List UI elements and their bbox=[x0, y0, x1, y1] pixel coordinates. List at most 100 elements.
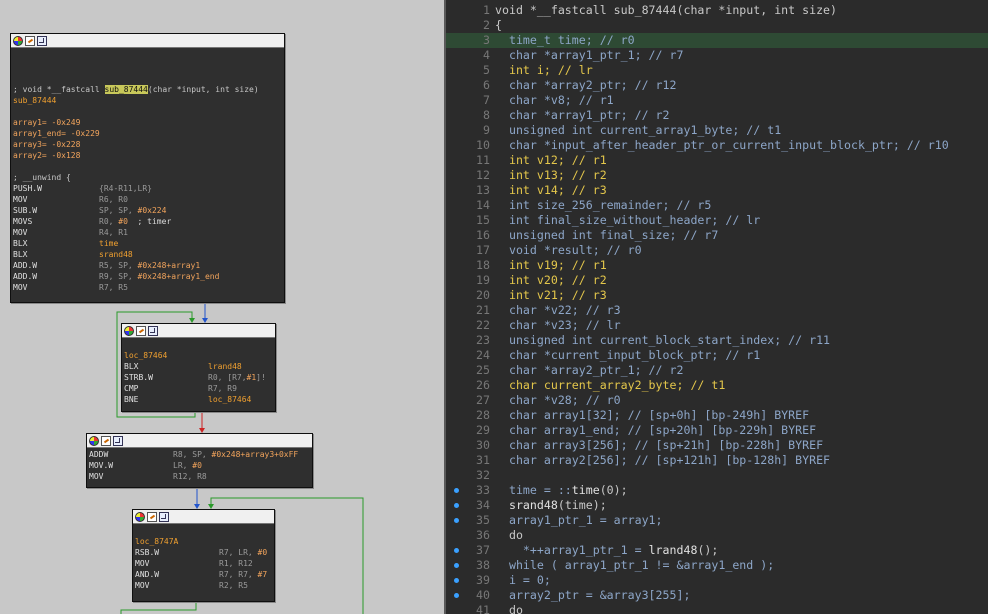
asm-line[interactable]: BNE loc_87464 bbox=[124, 394, 275, 405]
asm-line[interactable]: ADDW R8, SP, #0x248+array3+0xFF bbox=[89, 449, 312, 460]
asm-line[interactable]: MOV R12, R8 bbox=[89, 471, 312, 482]
group-nodes-icon[interactable] bbox=[113, 435, 123, 446]
text-segment: char *array1_ptr; // r2 bbox=[495, 108, 670, 122]
rename-icon[interactable] bbox=[136, 325, 146, 336]
line-number: 8 bbox=[483, 108, 490, 122]
asm-line[interactable]: BLX time bbox=[13, 238, 284, 249]
pseudocode-line[interactable]: 17 void *result; // r0 bbox=[446, 243, 988, 258]
text-segment: R2, R5 bbox=[219, 581, 248, 590]
asm-line[interactable]: AND.W R7, R7, #7 bbox=[135, 569, 274, 580]
pseudocode-line[interactable]: 26 char current_array2_byte; // t1 bbox=[446, 378, 988, 393]
text-segment: #1 bbox=[246, 373, 257, 382]
pseudocode-line[interactable]: 38 while ( array1_ptr_1 != &array1_end )… bbox=[446, 558, 988, 573]
asm-line[interactable]: MOVS R0, #0 ; timer bbox=[13, 216, 284, 227]
pseudocode-line[interactable]: 5 int i; // lr bbox=[446, 63, 988, 78]
pseudocode-line[interactable]: 35 array1_ptr_1 = array1; bbox=[446, 513, 988, 528]
line-code: while ( array1_ptr_1 != &array1_end ); bbox=[495, 558, 774, 573]
pseudocode-view[interactable]: 1 void *__fastcall sub_87444(char *input,… bbox=[446, 0, 988, 614]
line-number: 15 bbox=[476, 213, 490, 227]
pseudocode-line[interactable]: 39 i = 0; bbox=[446, 573, 988, 588]
pseudocode-line[interactable]: 21 char *v22; // r3 bbox=[446, 303, 988, 318]
graph-node-loc-87464[interactable]: loc_87464 BLX lrand48 STRB.W R0, [R7,#1]! CMP… bbox=[121, 323, 276, 412]
line-number: 30 bbox=[476, 438, 490, 452]
text-segment: do bbox=[495, 528, 523, 542]
graph-view[interactable]: ; void *__fastcall sub_87444(char *input… bbox=[0, 0, 444, 614]
asm-line[interactable]: MOV R6, R0 bbox=[13, 194, 284, 205]
asm-line[interactable]: ADD.W R5, SP, #0x248+array1 bbox=[13, 260, 284, 271]
pseudocode-line[interactable]: 29 char array1_end; // [sp+20h] [bp-229h… bbox=[446, 423, 988, 438]
asm-line[interactable]: RSB.W R7, LR, #0 bbox=[135, 547, 274, 558]
rename-icon[interactable] bbox=[25, 35, 35, 46]
pseudocode-line[interactable]: 9 unsigned int current_array1_byte; // t… bbox=[446, 123, 988, 138]
pseudocode-line[interactable]: 24 char *current_input_block_ptr; // r1 bbox=[446, 348, 988, 363]
pseudocode-line[interactable]: 18 int v19; // r1 bbox=[446, 258, 988, 273]
graph-node-block-3[interactable]: ADDW R8, SP, #0x248+array3+0xFF MOV.W LR, #… bbox=[86, 433, 313, 488]
pseudocode-line[interactable]: 8 char *array1_ptr; // r2 bbox=[446, 108, 988, 123]
text-segment: int v19; // r1 bbox=[495, 258, 607, 272]
pseudocode-line[interactable]: 2{ bbox=[446, 18, 988, 33]
graph-node-sub-87444[interactable]: ; void *__fastcall sub_87444(char *input… bbox=[10, 33, 285, 303]
node-color-icon[interactable] bbox=[135, 511, 145, 522]
pseudocode-line[interactable]: 4 char *array1_ptr_1; // r7 bbox=[446, 48, 988, 63]
line-number: 23 bbox=[476, 333, 490, 347]
pseudocode-line[interactable]: 23 unsigned int current_block_start_inde… bbox=[446, 333, 988, 348]
pseudocode-line[interactable]: 16 unsigned int final_size; // r7 bbox=[446, 228, 988, 243]
graph-node-loc-8747a[interactable]: loc_8747A RSB.W R7, LR, #0 MOV R1, R12 AND.W R… bbox=[132, 509, 275, 602]
asm-operands: loc_87464 bbox=[208, 394, 251, 405]
pseudocode-line[interactable]: 6 char *array2_ptr; // r12 bbox=[446, 78, 988, 93]
pseudocode-line[interactable]: 19 int v20; // r2 bbox=[446, 273, 988, 288]
node-color-icon[interactable] bbox=[13, 35, 23, 46]
pseudocode-line[interactable]: 27 char *v28; // r0 bbox=[446, 393, 988, 408]
asm-line[interactable]: MOV R7, R5 bbox=[13, 282, 284, 293]
rename-icon[interactable] bbox=[101, 435, 111, 446]
pseudocode-line[interactable]: 11 int v12; // r1 bbox=[446, 153, 988, 168]
text-segment: array2_ptr = &array3[255]; bbox=[495, 588, 691, 602]
pseudocode-line[interactable]: 25 char *array2_ptr_1; // r2 bbox=[446, 363, 988, 378]
node-color-icon[interactable] bbox=[89, 435, 99, 446]
asm-line[interactable]: STRB.W R0, [R7,#1]! bbox=[124, 372, 275, 383]
pseudocode-line[interactable]: 1 void *__fastcall sub_87444(char *input,… bbox=[446, 3, 988, 18]
asm-line[interactable]: BLX srand48 bbox=[13, 249, 284, 260]
asm-line[interactable]: BLX lrand48 bbox=[124, 361, 275, 372]
pseudocode-line[interactable]: 32 bbox=[446, 468, 988, 483]
asm-line[interactable]: ADD.W R9, SP, #0x248+array1_end bbox=[13, 271, 284, 282]
pseudocode-line[interactable]: 28 char array1[32]; // [sp+0h] [bp-249h]… bbox=[446, 408, 988, 423]
line-number: 28 bbox=[476, 408, 490, 422]
rename-icon[interactable] bbox=[147, 511, 157, 522]
asm-line[interactable]: MOV R4, R1 bbox=[13, 227, 284, 238]
pseudocode-line[interactable]: 20 int v21; // r3 bbox=[446, 288, 988, 303]
pseudocode-line[interactable]: 37 *++array1_ptr_1 = lrand48(); bbox=[446, 543, 988, 558]
pseudocode-line[interactable]: 15 int final_size_without_header; // lr bbox=[446, 213, 988, 228]
group-nodes-icon[interactable] bbox=[159, 511, 169, 522]
group-nodes-icon[interactable] bbox=[37, 35, 47, 46]
asm-line[interactable]: MOV.W LR, #0 bbox=[89, 460, 312, 471]
asm-line[interactable]: CMP R7, R9 bbox=[124, 383, 275, 394]
pseudocode-line[interactable]: 40 array2_ptr = &array3[255]; bbox=[446, 588, 988, 603]
asm-line[interactable]: SUB.W SP, SP, #0x224 bbox=[13, 205, 284, 216]
group-nodes-icon[interactable] bbox=[148, 325, 158, 336]
pseudocode-line[interactable]: 13 int v14; // r3 bbox=[446, 183, 988, 198]
pseudocode-line[interactable]: 30 char array3[256]; // [sp+21h] [bp-228… bbox=[446, 438, 988, 453]
pseudocode-line[interactable]: 36 do bbox=[446, 528, 988, 543]
pseudocode-line[interactable]: 34 srand48(time); bbox=[446, 498, 988, 513]
text-segment: char *v28; // r0 bbox=[495, 393, 621, 407]
pseudocode-line[interactable]: 14 int size_256_remainder; // r5 bbox=[446, 198, 988, 213]
text-segment bbox=[495, 498, 509, 512]
text-segment: -0x128 bbox=[51, 151, 81, 160]
line-number: 5 bbox=[483, 63, 490, 77]
pseudocode-line[interactable]: 12 int v13; // r2 bbox=[446, 168, 988, 183]
pseudocode-line[interactable]: 7 char *v8; // r1 bbox=[446, 93, 988, 108]
asm-line[interactable]: MOV R1, R12 bbox=[135, 558, 274, 569]
line-code: int v21; // r3 bbox=[495, 288, 607, 303]
pseudocode-line[interactable]: 10 char *input_after_header_ptr_or_curre… bbox=[446, 138, 988, 153]
pseudocode-line[interactable]: 3 time_t time; // r0 bbox=[446, 33, 988, 48]
asm-mnemonic: MOVS bbox=[13, 217, 33, 226]
pseudocode-line[interactable]: 22 char *v23; // lr bbox=[446, 318, 988, 333]
pseudocode-line[interactable]: 31 char array2[256]; // [sp+121h] [bp-12… bbox=[446, 453, 988, 468]
text-segment: R0, [R7, bbox=[208, 373, 247, 382]
node-color-icon[interactable] bbox=[124, 325, 134, 336]
asm-line[interactable]: MOV R2, R5 bbox=[135, 580, 274, 591]
pseudocode-line[interactable]: 33 time = ::time(0); bbox=[446, 483, 988, 498]
asm-line[interactable]: PUSH.W {R4-R11,LR} bbox=[13, 183, 284, 194]
pseudocode-line[interactable]: 41 do bbox=[446, 603, 988, 614]
